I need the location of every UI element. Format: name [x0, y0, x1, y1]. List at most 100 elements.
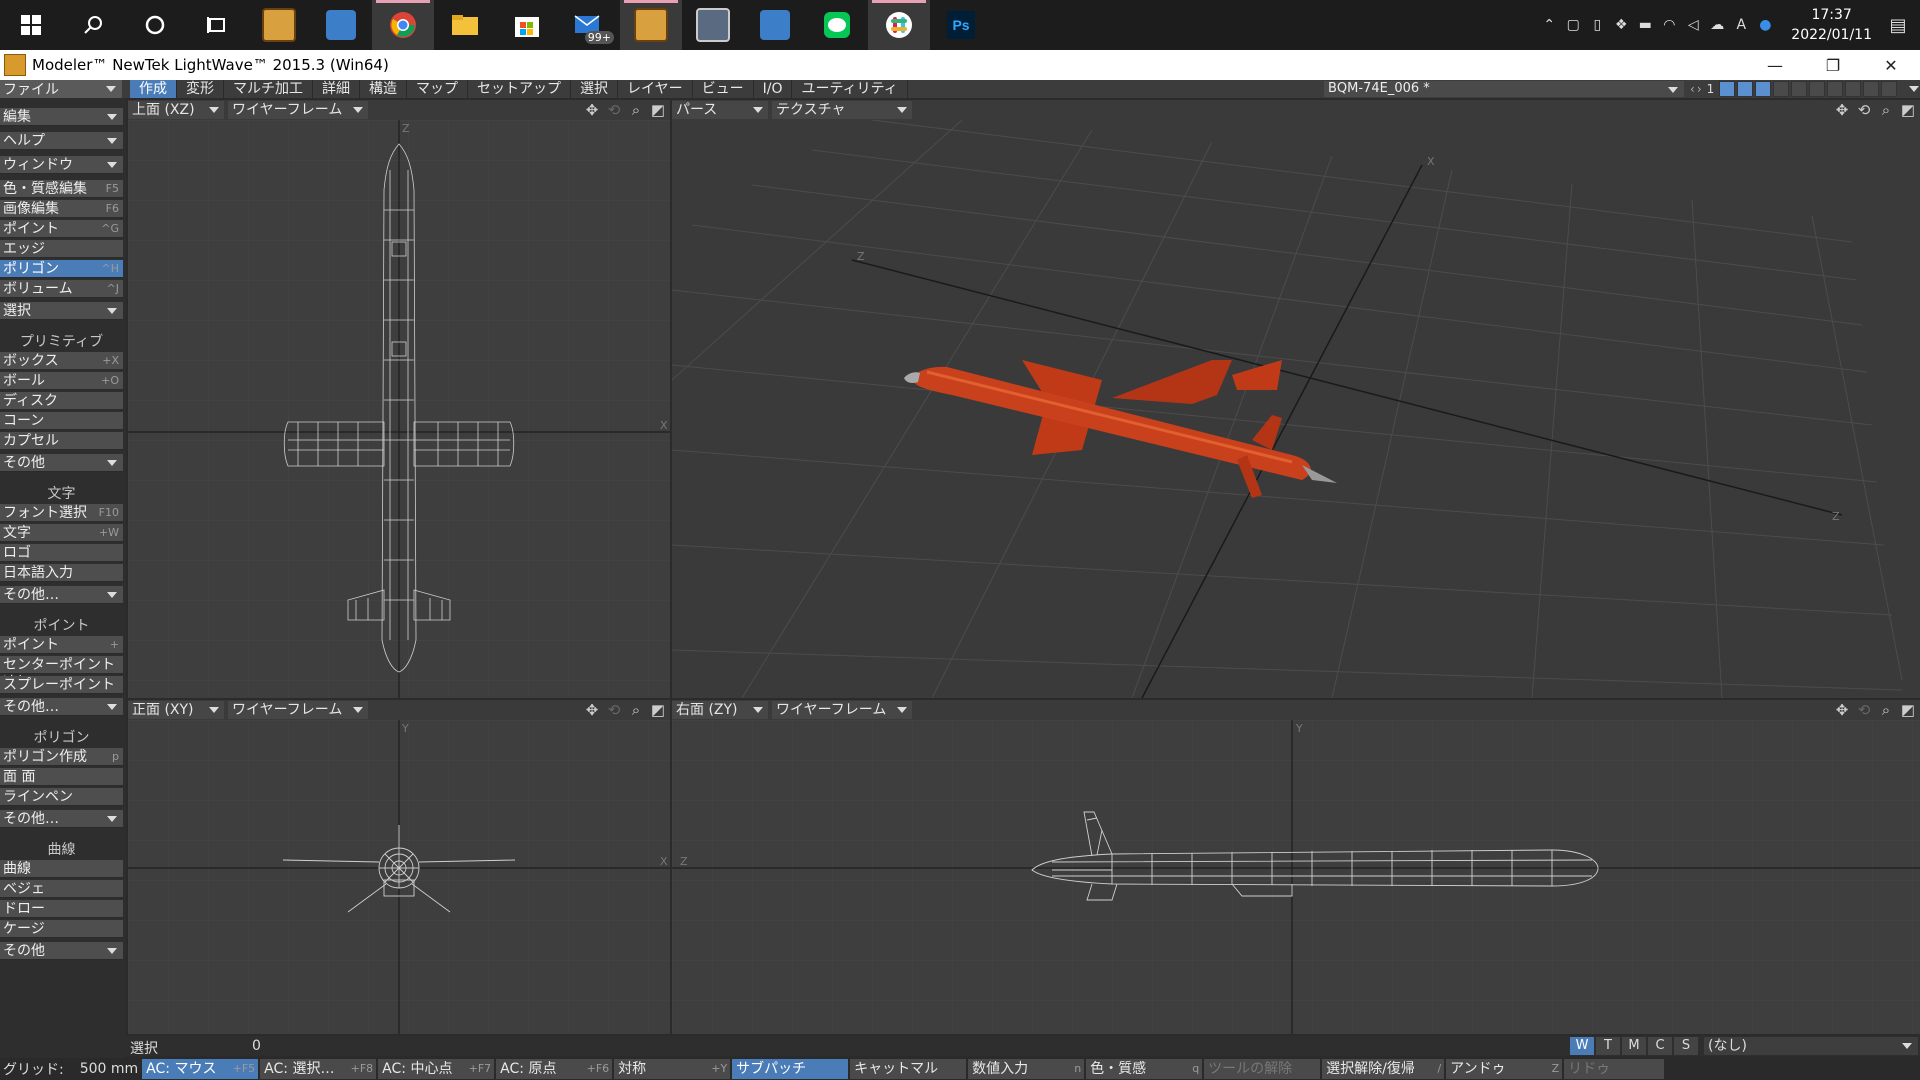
sidebar-item[interactable]: ポイント ^G [0, 220, 123, 238]
cortana-button[interactable] [124, 0, 186, 50]
zoom-icon[interactable]: ⌕ [1878, 701, 1894, 719]
sync-error-icon[interactable]: ☁ [1709, 17, 1725, 33]
object-select-dropdown[interactable]: BQM-74E_006 * [1324, 81, 1684, 97]
file-menu[interactable]: ファイル [0, 80, 122, 98]
sidebar-item[interactable]: ボリューム ^J [0, 280, 123, 298]
view-type-dropdown[interactable]: 右面 (ZY) [672, 701, 768, 719]
viewport-perspective[interactable]: パース テクスチャ ✥ ⟲ ⌕ ◩ Z Z X [672, 100, 1920, 698]
layer-1[interactable] [1719, 81, 1736, 97]
viewport-canvas[interactable]: X Y [128, 720, 670, 1034]
taskbar-camera[interactable] [310, 0, 372, 50]
tab-10[interactable]: I/O [754, 80, 793, 98]
pan-icon[interactable]: ✥ [584, 101, 600, 119]
status-button-10[interactable]: 選択解除/復帰 / [1322, 1059, 1445, 1079]
sidebar-item[interactable]: 面 面 [0, 768, 123, 786]
render-mode-dropdown[interactable]: ワイヤーフレーム [228, 701, 368, 719]
layer-next-icon[interactable]: › [1697, 82, 1702, 96]
sidebar-dropdown[interactable]: 編集 [0, 108, 123, 126]
layer-5[interactable] [1791, 81, 1808, 97]
render-mode-dropdown[interactable]: ワイヤーフレーム [772, 701, 912, 719]
sidebar-item[interactable]: ラインペン [0, 788, 123, 806]
layer-8[interactable] [1845, 81, 1862, 97]
maximize-icon[interactable]: ◩ [650, 101, 666, 119]
sidebar-item[interactable]: 色・質感編集 F5 [0, 180, 123, 198]
layer-7[interactable] [1827, 81, 1844, 97]
status-button-1[interactable]: AC: 選択… +F8 [260, 1059, 377, 1079]
taskbar-camera-2[interactable] [744, 0, 806, 50]
status-button-2[interactable]: AC: 中心点 +F7 [378, 1059, 495, 1079]
view-type-dropdown[interactable]: 正面 (XY) [128, 701, 224, 719]
sidebar-dropdown[interactable]: その他… [0, 810, 123, 828]
tab-7[interactable]: 選択 [571, 80, 618, 98]
sidebar-item[interactable]: 日本語入力 [0, 564, 123, 582]
volume-icon[interactable]: ◁ [1685, 17, 1701, 33]
sidebar-item[interactable]: ボール +O [0, 372, 123, 390]
layer-10[interactable] [1881, 81, 1898, 97]
tab-2[interactable]: マルチ加工 [224, 80, 313, 98]
status-button-7[interactable]: 数値入力 n [968, 1059, 1085, 1079]
sidebar-dropdown[interactable]: その他 [0, 942, 123, 960]
layer-prev-icon[interactable]: ‹ [1690, 82, 1695, 96]
viewport-canvas[interactable]: Z Z X [672, 119, 1920, 698]
taskbar-file-explorer[interactable] [434, 0, 496, 50]
sidebar-item[interactable]: 曲線 [0, 860, 123, 878]
sidebar-dropdown[interactable]: その他… [0, 586, 123, 604]
sidebar-item[interactable]: スプレーポイント [0, 676, 123, 694]
taskbar-mail[interactable]: 99+ [558, 0, 620, 50]
tab-6[interactable]: セットアップ [468, 80, 571, 98]
notification-icon[interactable]: ▤ [1890, 15, 1907, 36]
sidebar-item[interactable]: ドロー [0, 900, 123, 918]
battery-icon[interactable]: ▬ [1637, 17, 1653, 33]
sidebar-dropdown[interactable]: 選択 [0, 302, 123, 320]
view-type-dropdown[interactable]: パース [672, 101, 768, 119]
view-type-dropdown[interactable]: 上面 (XZ) [128, 101, 224, 119]
taskbar-slack[interactable] [868, 0, 930, 50]
sidebar-item[interactable]: ポリゴン ^H [0, 260, 123, 278]
sidebar-item[interactable]: 文字 +W [0, 524, 123, 542]
display-mode-t[interactable]: T [1596, 1037, 1620, 1055]
viewport-top[interactable]: 上面 (XZ) ワイヤーフレーム ✥ ⟲ ⌕ ◩ X Z [128, 100, 670, 698]
maximize-icon[interactable]: ◩ [650, 701, 666, 719]
display-mode-c[interactable]: C [1648, 1037, 1672, 1055]
sidebar-item[interactable]: ボックス +X [0, 352, 123, 370]
sidebar-item[interactable]: ケージ [0, 920, 123, 938]
restore-button[interactable]: ❐ [1804, 50, 1862, 80]
tab-3[interactable]: 詳細 [313, 80, 360, 98]
sidebar-item[interactable]: フォント選択 F10 [0, 504, 123, 522]
rotate-icon[interactable]: ⟲ [1856, 701, 1872, 719]
sidebar-item[interactable]: カプセル [0, 432, 123, 450]
rotate-icon[interactable]: ⟲ [1856, 101, 1872, 119]
sidebar-item[interactable]: 画像編集 F6 [0, 200, 123, 218]
display-mode-w[interactable]: W [1570, 1037, 1594, 1055]
taskbar-photoshop[interactable]: Ps [930, 0, 992, 50]
layer-3[interactable] [1755, 81, 1772, 97]
render-mode-dropdown[interactable]: テクスチャ [772, 101, 912, 119]
maximize-icon[interactable]: ◩ [1900, 101, 1916, 119]
zoom-icon[interactable]: ⌕ [1878, 101, 1894, 119]
taskbar-lightwave-modeler[interactable] [620, 0, 682, 50]
sidebar-item[interactable]: ディスク [0, 392, 123, 410]
status-button-6[interactable]: キャットマル [850, 1059, 967, 1079]
viewport-right[interactable]: 右面 (ZY) ワイヤーフレーム ✥ ⟲ ⌕ ◩ Z Y [672, 700, 1920, 1034]
taskbar-clock[interactable]: 17:37 2022/01/11 [1791, 5, 1872, 45]
taskbar-photos[interactable] [682, 0, 744, 50]
sidebar-dropdown[interactable]: ウィンドウ [0, 156, 123, 174]
status-button-5[interactable]: サブパッチ [732, 1059, 849, 1079]
status-button-4[interactable]: 対称 +Y [614, 1059, 731, 1079]
tab-9[interactable]: ビュー [693, 80, 754, 98]
webcam-icon[interactable]: ▢ [1565, 17, 1581, 33]
sidebar-dropdown[interactable]: その他… [0, 698, 123, 716]
maximize-icon[interactable]: ◩ [1900, 701, 1916, 719]
rotate-icon[interactable]: ⟲ [606, 101, 622, 119]
pan-icon[interactable]: ✥ [584, 701, 600, 719]
viewport-canvas[interactable]: X Z [128, 120, 670, 698]
layer-6[interactable] [1809, 81, 1826, 97]
sidebar-item[interactable]: ベジェ [0, 880, 123, 898]
sidebar-item[interactable]: エッジ [0, 240, 123, 258]
chevron-up-icon[interactable]: ⌃ [1541, 17, 1557, 33]
taskbar-lightwave-layout[interactable] [248, 0, 310, 50]
tab-8[interactable]: レイヤー [618, 80, 693, 98]
tab-1[interactable]: 変形 [177, 80, 224, 98]
search-button[interactable] [62, 0, 124, 50]
sidebar-item[interactable]: センターポイント追加 [0, 656, 123, 691]
